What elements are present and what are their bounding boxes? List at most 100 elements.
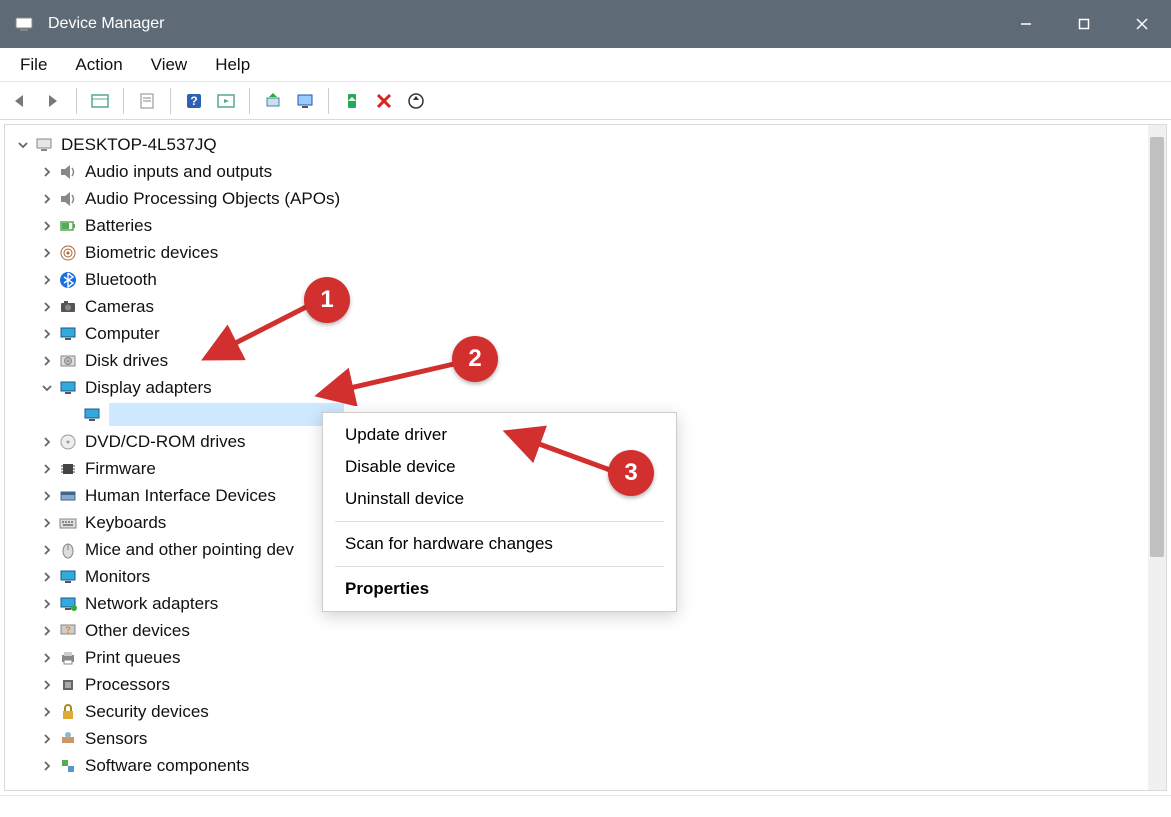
category-label: Sensors: [85, 725, 147, 752]
tree-category-node[interactable]: Security devices: [9, 698, 1162, 725]
chevron-right-icon[interactable]: [37, 517, 57, 529]
forward-button[interactable]: [38, 86, 68, 116]
category-label: DVD/CD-ROM drives: [85, 428, 246, 455]
chevron-right-icon[interactable]: [37, 706, 57, 718]
tree-category-node[interactable]: Display adapters: [9, 374, 1162, 401]
category-label: Firmware: [85, 455, 156, 482]
properties-button[interactable]: [132, 86, 162, 116]
category-label: Monitors: [85, 563, 150, 590]
toolbar: ?: [0, 82, 1171, 120]
chevron-right-icon[interactable]: [37, 301, 57, 313]
close-button[interactable]: [1113, 0, 1171, 48]
ctx-separator: [335, 521, 664, 522]
question-icon: ?: [57, 620, 79, 642]
chevron-right-icon[interactable]: [37, 247, 57, 259]
chevron-right-icon[interactable]: [37, 571, 57, 583]
tree-category-node[interactable]: Batteries: [9, 212, 1162, 239]
tree-category-node[interactable]: Bluetooth: [9, 266, 1162, 293]
vertical-scrollbar[interactable]: [1148, 125, 1166, 790]
help-button[interactable]: ?: [179, 86, 209, 116]
app-icon: [12, 12, 36, 36]
tree-category-node[interactable]: Processors: [9, 671, 1162, 698]
category-label: Disk drives: [85, 347, 168, 374]
chevron-right-icon[interactable]: [37, 625, 57, 637]
chevron-right-icon[interactable]: [37, 679, 57, 691]
category-label: Other devices: [85, 617, 190, 644]
tree-category-node[interactable]: Disk drives: [9, 347, 1162, 374]
lock-icon: [57, 701, 79, 723]
tree-category-node[interactable]: Audio inputs and outputs: [9, 158, 1162, 185]
chevron-right-icon[interactable]: [37, 166, 57, 178]
chevron-right-icon[interactable]: [37, 328, 57, 340]
tree-category-node[interactable]: Sensors: [9, 725, 1162, 752]
menu-view[interactable]: View: [137, 51, 202, 79]
chevron-right-icon[interactable]: [37, 193, 57, 205]
show-hide-console-button[interactable]: [85, 86, 115, 116]
ctx-properties[interactable]: Properties: [323, 573, 676, 605]
enable-device-button[interactable]: [337, 86, 367, 116]
speaker-icon: [57, 161, 79, 183]
chevron-down-icon[interactable]: [37, 382, 57, 394]
category-label: Cameras: [85, 293, 154, 320]
chevron-right-icon[interactable]: [37, 598, 57, 610]
tree-category-node[interactable]: Biometric devices: [9, 239, 1162, 266]
annotation-badge-2: 2: [452, 336, 498, 382]
bluetooth-icon: [57, 269, 79, 291]
annotation-badge-3: 3: [608, 450, 654, 496]
statusbar: [0, 795, 1171, 817]
chevron-right-icon[interactable]: [37, 733, 57, 745]
battery-icon: [57, 215, 79, 237]
tree-category-node[interactable]: Audio Processing Objects (APOs): [9, 185, 1162, 212]
svg-text:?: ?: [190, 94, 197, 108]
titlebar: Device Manager: [0, 0, 1171, 48]
window-controls: [997, 0, 1171, 48]
monitor-icon: [57, 377, 79, 399]
svg-text:?: ?: [65, 625, 71, 635]
tree-category-node[interactable]: ? Other devices: [9, 617, 1162, 644]
category-label: Print queues: [85, 644, 180, 671]
category-label: Batteries: [85, 212, 152, 239]
minimize-button[interactable]: [997, 0, 1055, 48]
scrollbar-thumb[interactable]: [1150, 137, 1164, 557]
tree-category-node[interactable]: Software components: [9, 752, 1162, 779]
back-button[interactable]: [6, 86, 36, 116]
monitor-icon: [57, 323, 79, 345]
ctx-scan-hardware[interactable]: Scan for hardware changes: [323, 528, 676, 560]
window-title: Device Manager: [48, 15, 997, 33]
menu-action[interactable]: Action: [61, 51, 136, 79]
fingerprint-icon: [57, 242, 79, 264]
category-label: Computer: [85, 320, 160, 347]
chevron-right-icon[interactable]: [37, 544, 57, 556]
tree-category-node[interactable]: Computer: [9, 320, 1162, 347]
tree-root-node[interactable]: DESKTOP-4L537JQ: [9, 131, 1162, 158]
maximize-button[interactable]: [1055, 0, 1113, 48]
computer-icon: [33, 134, 55, 156]
sensor-icon: [57, 728, 79, 750]
chevron-down-icon[interactable]: [13, 139, 33, 151]
category-label: Keyboards: [85, 509, 166, 536]
chevron-right-icon[interactable]: [37, 274, 57, 286]
chevron-right-icon[interactable]: [37, 490, 57, 502]
chevron-right-icon[interactable]: [37, 652, 57, 664]
update-driver-button[interactable]: [258, 86, 288, 116]
annotation-badge-1: 1: [304, 277, 350, 323]
action-button[interactable]: [211, 86, 241, 116]
uninstall-device-button[interactable]: [369, 86, 399, 116]
chip-icon: [57, 458, 79, 480]
menu-help[interactable]: Help: [201, 51, 264, 79]
mouse-icon: [57, 539, 79, 561]
chevron-right-icon[interactable]: [37, 355, 57, 367]
chevron-right-icon[interactable]: [37, 463, 57, 475]
menubar: File Action View Help: [0, 48, 1171, 82]
category-label: Audio inputs and outputs: [85, 158, 272, 185]
chevron-right-icon[interactable]: [37, 436, 57, 448]
scan-changes-button[interactable]: [401, 86, 431, 116]
keyboard-icon: [57, 512, 79, 534]
menu-file[interactable]: File: [6, 51, 61, 79]
printer-icon: [57, 647, 79, 669]
chevron-right-icon[interactable]: [37, 760, 57, 772]
tree-category-node[interactable]: Cameras: [9, 293, 1162, 320]
scan-hardware-button[interactable]: [290, 86, 320, 116]
tree-category-node[interactable]: Print queues: [9, 644, 1162, 671]
chevron-right-icon[interactable]: [37, 220, 57, 232]
